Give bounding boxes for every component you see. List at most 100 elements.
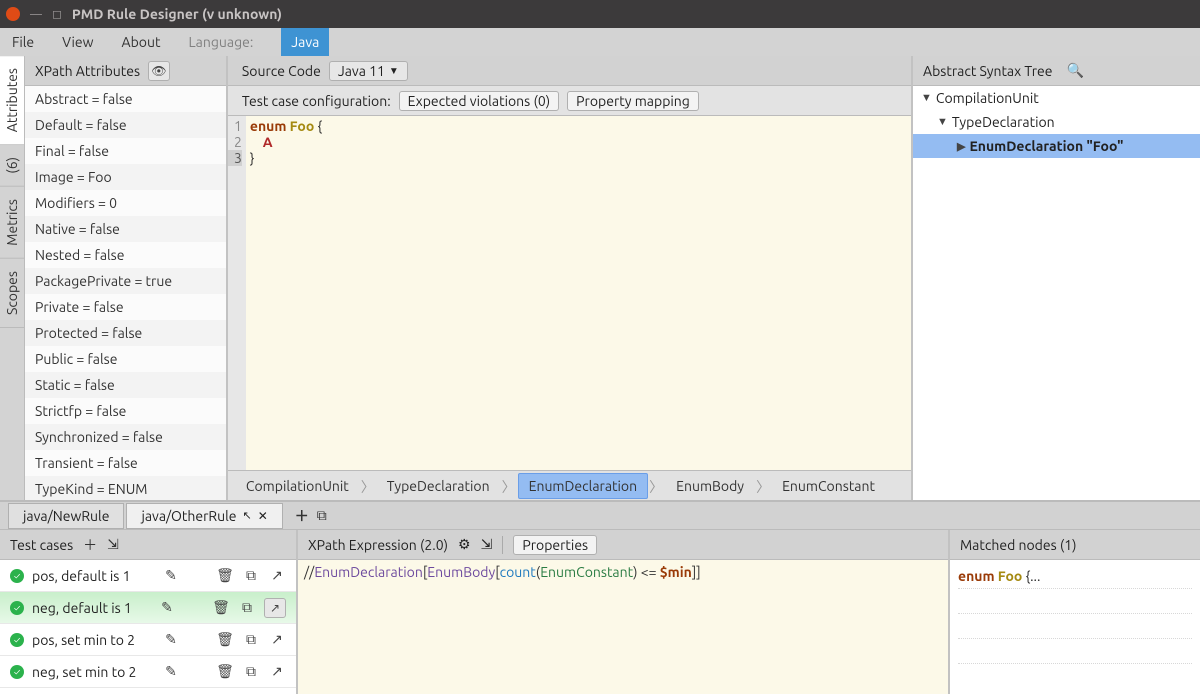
property-mapping[interactable]: Property mapping (567, 91, 699, 111)
search-icon[interactable]: 🔍 (1066, 62, 1083, 79)
test-row[interactable]: ✓ neg, set min to 2 ✎ 🗑 ⧉ ↗ (0, 656, 296, 688)
ast-node[interactable]: ▼TypeDeclaration (913, 110, 1200, 134)
copy-icon[interactable]: ⧉ (242, 663, 260, 680)
add-test-icon[interactable]: ＋ (83, 535, 97, 555)
lang-version-dropdown[interactable]: Java 11 ▼ (329, 61, 408, 81)
properties-button[interactable]: Properties (513, 535, 597, 555)
side-tab-metrics[interactable]: Metrics (0, 187, 24, 259)
side-tab-scopes[interactable]: Scopes (0, 259, 24, 328)
rule-tab-newrule[interactable]: java/NewRule (8, 503, 124, 529)
attribute-row[interactable]: Modifiers = 0 (25, 190, 226, 216)
open-external-icon[interactable]: ↗ (268, 663, 286, 680)
attribute-row[interactable]: Abstract = false (25, 86, 226, 112)
matched-row[interactable]: enum Foo {... (958, 564, 1192, 589)
tests-title: Test cases (10, 537, 73, 553)
attribute-row[interactable]: Image = Foo (25, 164, 226, 190)
attribute-row[interactable]: Default = false (25, 112, 226, 138)
side-tab-6[interactable]: (6) (0, 145, 24, 187)
xpath-title: XPath Expression (2.0) (308, 537, 448, 553)
test-row[interactable]: ✓neg, default is 1✎🗑⧉↗ (0, 592, 296, 624)
copy-icon[interactable]: ⧉ (242, 567, 260, 584)
trash-icon[interactable]: 🗑 (212, 599, 230, 616)
check-icon: ✓ (10, 633, 24, 647)
side-tab-attributes[interactable]: Attributes (0, 56, 24, 145)
trash-icon[interactable]: 🗑 (216, 631, 234, 648)
matched-panel: Matched nodes (1) enum Foo {... (950, 530, 1200, 694)
cursor-icon: ↖ (243, 509, 252, 522)
test-row[interactable]: ✓ pos, set min to 2 ✎ 🗑 ⧉ ↗ (0, 624, 296, 656)
menu-view[interactable]: View (62, 34, 93, 50)
copy-tab-icon[interactable]: ⧉ (317, 507, 327, 524)
add-tab-button[interactable]: ＋ (295, 506, 309, 526)
trash-icon[interactable]: 🗑 (216, 663, 234, 680)
maximize-icon[interactable]: ◻ (52, 7, 62, 21)
hide-icon[interactable]: 👁 (148, 61, 170, 81)
attribute-row[interactable]: TypeKind = ENUM (25, 476, 226, 500)
breadcrumb-item[interactable]: EnumBody (666, 474, 754, 498)
language-value[interactable]: Java (281, 28, 329, 56)
attribute-row[interactable]: Transient = false (25, 450, 226, 476)
ast-node[interactable]: ▶EnumDeclaration "Foo" (913, 134, 1200, 158)
tests-panel: Test cases ＋ ⇲ ✓pos, default is 1✎🗑⧉↗✓ne… (0, 530, 298, 694)
trash-icon[interactable]: 🗑 (216, 567, 234, 584)
attributes-title: XPath Attributes (35, 63, 140, 79)
caret-down-icon[interactable]: ▼ (921, 92, 932, 104)
attribute-row[interactable]: Synchronized = false (25, 424, 226, 450)
check-icon: ✓ (10, 601, 24, 615)
caret-right-icon[interactable]: ▶ (957, 140, 965, 153)
copy-icon[interactable]: ⧉ (238, 599, 256, 616)
xpath-editor[interactable]: //EnumDeclaration[EnumBody[count(EnumCon… (298, 560, 948, 694)
test-label: neg, set min to 2 (32, 664, 154, 680)
caret-down-icon[interactable]: ▼ (937, 116, 948, 128)
open-external-icon[interactable]: ↗ (268, 631, 286, 648)
close-tab-icon[interactable]: ✕ (258, 509, 268, 523)
breadcrumb-item[interactable]: EnumConstant (772, 474, 885, 498)
attribute-row[interactable]: Private = false (25, 294, 226, 320)
test-row[interactable]: ✓pos, default is 1✎🗑⧉↗ (0, 560, 296, 592)
check-icon: ✓ (10, 665, 24, 679)
rule-tab-otherrule[interactable]: java/OtherRule ↖ ✕ (126, 503, 282, 529)
side-tabs: Attributes (6) Metrics Scopes (0, 56, 25, 500)
attribute-row[interactable]: Static = false (25, 372, 226, 398)
ast-tree[interactable]: ▼CompilationUnit▼TypeDeclaration▶EnumDec… (913, 86, 1200, 500)
edit-icon[interactable]: ✎ (162, 631, 180, 648)
window-title: PMD Rule Designer (v unknown) (72, 6, 282, 22)
attributes-list: Abstract = falseDefault = falseFinal = f… (25, 86, 226, 500)
menu-about[interactable]: About (122, 34, 161, 50)
gear-icon[interactable]: ⚙ (458, 536, 471, 553)
copy-icon[interactable]: ⧉ (242, 631, 260, 648)
open-external-icon[interactable]: ↗ (268, 567, 286, 584)
attribute-row[interactable]: Strictfp = false (25, 398, 226, 424)
ast-node[interactable]: ▼CompilationUnit (913, 86, 1200, 110)
titlebar: — ◻ PMD Rule Designer (v unknown) (0, 0, 1200, 28)
breadcrumb-item[interactable]: TypeDeclaration (377, 474, 500, 498)
menubar: File View About Language: Java (0, 28, 1200, 56)
edit-icon[interactable]: ✎ (158, 599, 176, 616)
ast-panel: Abstract Syntax Tree 🔍 ▼CompilationUnit▼… (913, 56, 1200, 500)
attribute-row[interactable]: Protected = false (25, 320, 226, 346)
attribute-row[interactable]: Nested = false (25, 242, 226, 268)
breadcrumb: CompilationUnit TypeDeclaration EnumDeclar… (228, 470, 911, 500)
menu-file[interactable]: File (12, 34, 34, 50)
open-external-icon[interactable]: ↗ (264, 598, 286, 618)
edit-icon[interactable]: ✎ (162, 567, 180, 584)
breadcrumb-item[interactable]: CompilationUnit (236, 474, 359, 498)
xpath-panel: XPath Expression (2.0) ⚙ ⇲ Properties //… (298, 530, 950, 694)
source-panel: Source Code Java 11 ▼ Test case configur… (228, 56, 913, 500)
attribute-row[interactable]: Public = false (25, 346, 226, 372)
export-tests-icon[interactable]: ⇲ (107, 536, 119, 553)
expected-violations[interactable]: Expected violations (0) (399, 91, 560, 111)
code-editor[interactable]: 123 enum Foo { A } (228, 116, 911, 470)
export-xpath-icon[interactable]: ⇲ (481, 536, 493, 553)
attribute-row[interactable]: Native = false (25, 216, 226, 242)
test-label: pos, set min to 2 (32, 632, 154, 648)
rule-tabs: java/NewRule java/OtherRule ↖ ✕ ＋ ⧉ (0, 500, 1200, 530)
minimize-icon[interactable]: — (30, 8, 42, 21)
check-icon: ✓ (10, 569, 24, 583)
breadcrumb-item[interactable]: EnumDeclaration (518, 473, 649, 499)
close-icon[interactable] (6, 7, 20, 21)
attribute-row[interactable]: PackagePrivate = true (25, 268, 226, 294)
attribute-row[interactable]: Final = false (25, 138, 226, 164)
matched-title: Matched nodes (1) (960, 537, 1077, 553)
edit-icon[interactable]: ✎ (162, 663, 180, 680)
